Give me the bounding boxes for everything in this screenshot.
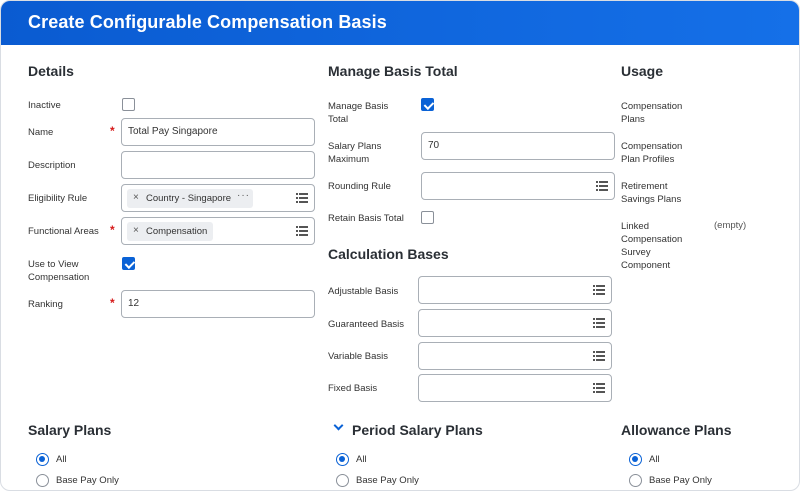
- ranking-label: Ranking: [28, 299, 63, 310]
- usage-compensation-plans-line2: Plans: [621, 114, 645, 125]
- functional-areas-label: Functional Areas: [28, 226, 99, 237]
- variable-basis-input[interactable]: [418, 342, 612, 370]
- dialog-header: Create Configurable Compensation Basis: [1, 1, 799, 45]
- list-icon[interactable]: [593, 318, 605, 328]
- chevron-down-icon[interactable]: [333, 420, 344, 431]
- adjustable-basis-input[interactable]: [418, 276, 612, 304]
- usage-retirement-line2: Savings Plans: [621, 194, 682, 205]
- salary-plans-maximum-input[interactable]: 70: [421, 132, 615, 160]
- period-plans-all-label: All: [356, 454, 367, 465]
- salary-plans-maximum-value: 70: [428, 140, 440, 151]
- manage-basis-total-title: Manage Basis Total: [328, 63, 458, 79]
- rounding-rule-input[interactable]: [421, 172, 615, 200]
- allowance-plans-title: Allowance Plans: [621, 422, 732, 438]
- salary-plans-all-label: All: [56, 454, 67, 465]
- period-plans-base-radio[interactable]: [336, 474, 349, 487]
- more-options-icon[interactable]: ···: [237, 190, 250, 201]
- fixed-basis-label: Fixed Basis: [328, 383, 378, 394]
- fixed-basis-input[interactable]: [418, 374, 612, 402]
- manage-basis-total-label-line2: Total: [328, 114, 349, 125]
- salary-plans-all-radio[interactable]: [36, 453, 49, 466]
- ranking-input[interactable]: 12: [121, 290, 315, 318]
- dialog: Create Configurable Compensation Basis D…: [0, 0, 800, 491]
- inactive-checkbox[interactable]: [122, 98, 135, 111]
- list-icon[interactable]: [296, 226, 308, 236]
- retain-basis-total-label: Retain Basis Total: [328, 213, 404, 224]
- name-required-marker: *: [110, 124, 115, 138]
- functional-areas-required-marker: *: [110, 223, 115, 237]
- details-section-title: Details: [28, 63, 74, 79]
- retain-basis-total-checkbox[interactable]: [421, 211, 434, 224]
- functional-areas-input[interactable]: × Compensation: [121, 217, 315, 245]
- calculation-bases-title: Calculation Bases: [328, 246, 449, 262]
- period-plans-base-label: Base Pay Only: [356, 475, 419, 486]
- salary-plans-title: Salary Plans: [28, 422, 112, 438]
- usage-compensation-plans-line1: Compensation: [621, 101, 683, 112]
- inactive-label: Inactive: [28, 100, 61, 111]
- allowance-plans-all-radio[interactable]: [629, 453, 642, 466]
- page-title: Create Configurable Compensation Basis: [28, 12, 387, 32]
- salary-plans-base-radio[interactable]: [36, 474, 49, 487]
- manage-basis-total-label-line1: Manage Basis: [328, 101, 389, 112]
- allowance-plans-base-label: Base Pay Only: [649, 475, 712, 486]
- manage-basis-total-checkbox[interactable]: [421, 98, 434, 111]
- name-value: Total Pay Singapore: [128, 126, 218, 137]
- list-icon[interactable]: [593, 383, 605, 393]
- name-label: Name: [28, 127, 54, 138]
- guaranteed-basis-input[interactable]: [418, 309, 612, 337]
- use-to-view-label-line1: Use to View: [28, 259, 79, 270]
- usage-linked-line2: Compensation: [621, 234, 683, 245]
- period-plans-all-radio[interactable]: [336, 453, 349, 466]
- rounding-rule-label: Rounding Rule: [328, 181, 391, 192]
- allowance-plans-all-label: All: [649, 454, 660, 465]
- eligibility-chip: × Country - Singapore ···: [127, 189, 253, 208]
- usage-linked-value: (empty): [714, 220, 747, 231]
- description-label: Description: [28, 160, 76, 171]
- list-icon[interactable]: [596, 181, 608, 191]
- usage-title: Usage: [621, 63, 664, 79]
- usage-linked-line3: Survey: [621, 247, 651, 258]
- use-to-view-compensation-checkbox[interactable]: [122, 257, 135, 270]
- eligibility-chip-text: Country - Singapore: [146, 193, 232, 204]
- description-input[interactable]: [121, 151, 315, 179]
- ranking-required-marker: *: [110, 296, 115, 310]
- salary-plans-base-label: Base Pay Only: [56, 475, 119, 486]
- period-salary-plans-title: Period Salary Plans: [352, 422, 483, 438]
- use-to-view-label-line2: Compensation: [28, 272, 90, 283]
- list-icon[interactable]: [593, 285, 605, 295]
- ranking-value: 12: [128, 298, 140, 309]
- remove-x-icon[interactable]: ×: [133, 192, 139, 203]
- list-icon[interactable]: [296, 193, 308, 203]
- remove-x-icon[interactable]: ×: [133, 225, 139, 236]
- usage-retirement-line1: Retirement: [621, 181, 668, 192]
- salary-plans-maximum-label-line1: Salary Plans: [328, 141, 382, 152]
- usage-plan-profiles-line1: Compensation: [621, 141, 683, 152]
- guaranteed-basis-label: Guaranteed Basis: [328, 319, 405, 330]
- eligibility-rule-label: Eligibility Rule: [28, 193, 88, 204]
- functional-area-chip-text: Compensation: [146, 226, 208, 237]
- usage-linked-line1: Linked: [621, 221, 649, 232]
- salary-plans-maximum-label-line2: Maximum: [328, 154, 370, 165]
- usage-plan-profiles-line2: Plan Profiles: [621, 154, 675, 165]
- name-input[interactable]: Total Pay Singapore: [121, 118, 315, 146]
- list-icon[interactable]: [593, 351, 605, 361]
- eligibility-rule-input[interactable]: × Country - Singapore ···: [121, 184, 315, 212]
- usage-linked-line4: Component: [621, 260, 671, 271]
- adjustable-basis-label: Adjustable Basis: [328, 286, 399, 297]
- allowance-plans-base-radio[interactable]: [629, 474, 642, 487]
- variable-basis-label: Variable Basis: [328, 351, 389, 362]
- functional-area-chip: × Compensation: [127, 222, 213, 241]
